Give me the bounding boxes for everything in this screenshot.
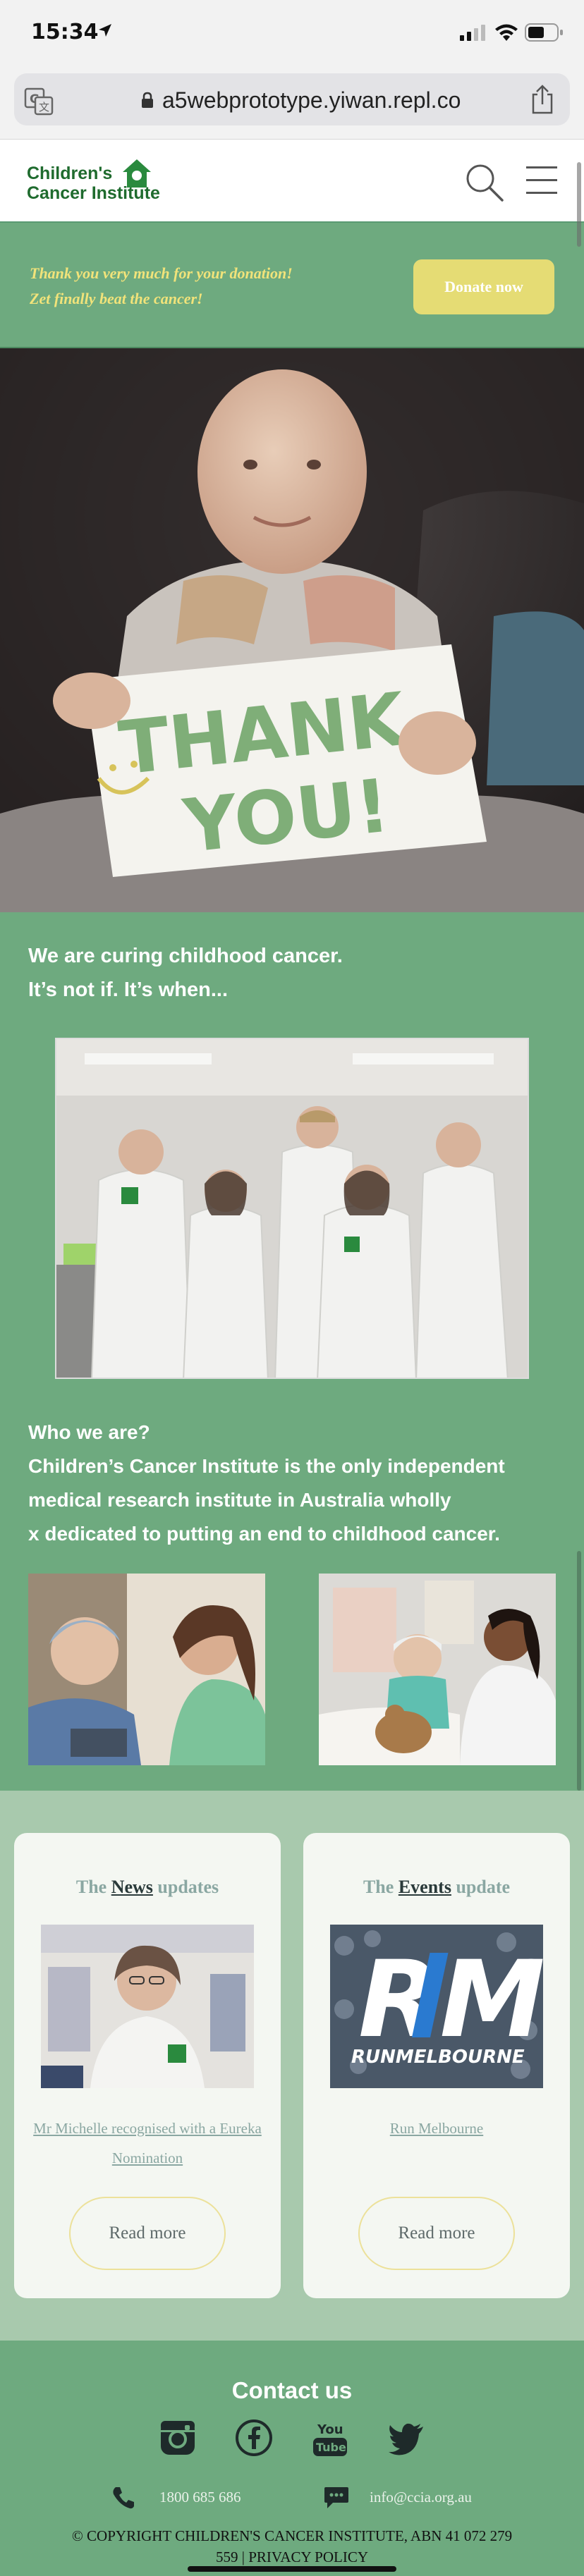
who-we-are-line-1: Children’s Cancer Institute is the only … bbox=[28, 1455, 505, 1477]
chat-icon[interactable] bbox=[323, 2486, 350, 2510]
location-arrow-icon bbox=[99, 24, 111, 37]
contact-footer: Contact us You Tube 1800 685 686 info@cc… bbox=[0, 2341, 584, 2576]
translate-icon[interactable]: G 文 bbox=[24, 86, 54, 116]
share-icon[interactable] bbox=[529, 85, 556, 114]
child-with-carer-photo bbox=[28, 1574, 265, 1765]
svg-text:文: 文 bbox=[39, 101, 49, 114]
team-photo-illustration bbox=[56, 1039, 528, 1378]
home-indicator[interactable] bbox=[188, 2566, 396, 2572]
news-card: The News updates Mr Michelle recognised … bbox=[14, 1833, 281, 2298]
news-read-more-button[interactable]: Read more bbox=[69, 2197, 226, 2270]
email-address[interactable]: info@ccia.org.au bbox=[370, 2489, 472, 2506]
run-melbourne-logo-text: RUNMELBOURNE bbox=[351, 2047, 525, 2068]
mission-section: We are curing childhood cancer. It’s not… bbox=[0, 912, 584, 1791]
logo-house-icon bbox=[123, 159, 151, 188]
logo[interactable]: Children's Cancer Institute bbox=[27, 158, 182, 207]
twitter-icon[interactable] bbox=[387, 2418, 426, 2458]
copyright-line-1: © COPYRIGHT CHILDREN'S CANCER INSTITUTE,… bbox=[71, 2527, 513, 2544]
events-card: The Events update RM RUNMELBOURNE Run Me… bbox=[303, 1833, 570, 2298]
url-text[interactable]: a5webprototype.yiwan.repl.co bbox=[162, 87, 461, 114]
scrollbar-thumb[interactable] bbox=[577, 162, 581, 247]
wifi-icon bbox=[495, 24, 518, 41]
news-card-title: The News updates bbox=[14, 1877, 281, 1898]
copyright-line-2[interactable]: 559 | PRIVACY POLICY bbox=[0, 2546, 584, 2568]
events-read-more-button[interactable]: Read more bbox=[358, 2197, 515, 2270]
youtube-tube-text: Tube bbox=[316, 2441, 346, 2454]
who-we-are-heading: Who we are? bbox=[28, 1421, 150, 1443]
thanks-line-2: Zet finally beat the cancer! bbox=[30, 290, 203, 307]
donation-banner: Thank you very much for your donation! Z… bbox=[0, 223, 584, 348]
updates-section: The News updates Mr Michelle recognised … bbox=[0, 1791, 584, 2341]
events-title-prefix: The bbox=[363, 1877, 399, 1897]
site-header: Children's Cancer Institute bbox=[0, 140, 584, 223]
who-we-are-line-3: x dedicated to putting an end to childho… bbox=[28, 1523, 500, 1545]
address-bar[interactable]: G 文 a5webprototype.yiwan.repl.co bbox=[14, 73, 570, 125]
news-article-link-line-2[interactable]: Nomination bbox=[14, 2143, 281, 2173]
mission-line-1: We are curing childhood cancer. bbox=[28, 945, 343, 967]
events-card-image: RM RUNMELBOURNE bbox=[330, 1925, 543, 2088]
facebook-icon[interactable] bbox=[234, 2418, 274, 2458]
scrollbar-thumb-secondary[interactable] bbox=[577, 1551, 581, 1791]
events-title-link[interactable]: Events bbox=[399, 1877, 451, 1897]
logo-line1: Children's bbox=[27, 164, 113, 183]
battery-icon bbox=[525, 23, 563, 42]
who-we-are-line-2: medical research institute in Australia … bbox=[28, 1489, 451, 1511]
phone-icon[interactable] bbox=[111, 2486, 135, 2510]
rm-logo-letters: RM bbox=[358, 1939, 543, 2061]
youtube-icon[interactable]: You Tube bbox=[310, 2418, 350, 2458]
browser-toolbar: G 文 a5webprototype.yiwan.repl.co bbox=[0, 70, 584, 140]
mission-line-2: It’s not if. It’s when... bbox=[28, 979, 229, 1001]
contact-title: Contact us bbox=[231, 2377, 353, 2403]
youtube-you-text: You bbox=[317, 2422, 343, 2437]
child-with-carer-illustration bbox=[28, 1574, 265, 1765]
hamburger-menu-icon[interactable] bbox=[523, 164, 560, 197]
donate-now-button[interactable]: Donate now bbox=[413, 259, 554, 314]
status-bar: 15:34 bbox=[0, 0, 584, 70]
hero-photo-illustration: THANK YOU! bbox=[0, 348, 584, 912]
phone-number[interactable]: 1800 685 686 bbox=[159, 2489, 241, 2506]
thanks-line-1: Thank you very much for your donation! bbox=[30, 264, 293, 282]
news-title-suffix: updates bbox=[152, 1877, 219, 1897]
events-title-suffix: update bbox=[451, 1877, 511, 1897]
child-with-doctor-photo bbox=[319, 1574, 556, 1765]
child-with-doctor-illustration bbox=[319, 1574, 556, 1765]
news-image-illustration bbox=[41, 1925, 254, 2088]
status-time: 15:34 bbox=[31, 20, 99, 44]
news-title-prefix: The bbox=[75, 1877, 111, 1897]
events-card-title: The Events update bbox=[303, 1877, 570, 1898]
copyright-notice: © COPYRIGHT CHILDREN'S CANCER INSTITUTE,… bbox=[0, 2525, 584, 2568]
donation-thanks-message: Thank you very much for your donation! Z… bbox=[30, 261, 293, 312]
news-article-link-line-1[interactable]: Mr Michelle recognised with a Eureka bbox=[14, 2114, 281, 2143]
search-icon[interactable] bbox=[463, 161, 505, 203]
events-link-run-melbourne[interactable]: Run Melbourne bbox=[303, 2114, 570, 2143]
instagram-icon[interactable] bbox=[158, 2418, 197, 2458]
lock-icon bbox=[142, 92, 153, 108]
news-card-image bbox=[41, 1925, 254, 2088]
research-team-photo bbox=[55, 1038, 529, 1379]
news-title-link[interactable]: News bbox=[111, 1877, 153, 1897]
signal-icon bbox=[460, 25, 485, 41]
hero-image: THANK YOU! bbox=[0, 348, 584, 912]
run-melbourne-logo-image: RM RUNMELBOURNE bbox=[330, 1925, 543, 2088]
